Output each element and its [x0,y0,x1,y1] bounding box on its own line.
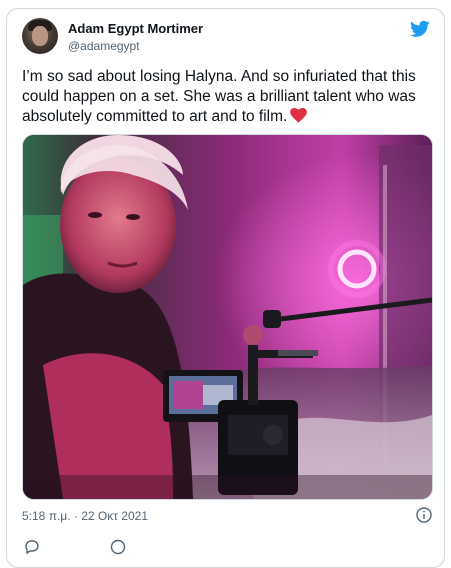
reply-icon[interactable] [24,539,40,555]
photo-on-set [23,135,432,499]
tweet-media-photo[interactable] [22,134,433,500]
twitter-bird-icon[interactable] [410,20,430,38]
tweet-timestamp[interactable]: 5:18 π.μ. · 22 Οκτ 2021 [22,509,148,523]
info-icon[interactable] [416,507,432,523]
share-icon[interactable] [110,539,126,555]
tweet-header: Adam Egypt Mortimer @adamegypt [22,18,432,58]
author-handle[interactable]: @adamegypt [68,39,140,53]
avatar[interactable] [22,18,58,54]
tweet-text-body: I’m so sad about losing Halyna. And so i… [22,68,416,125]
author-display-name[interactable]: Adam Egypt Mortimer [68,21,203,36]
red-heart-icon [290,108,308,123]
tweet-card[interactable]: Adam Egypt Mortimer @adamegypt I’m so sa… [6,8,445,568]
tweet-text: I’m so sad about losing Halyna. And so i… [22,67,430,127]
tweet-action-bar [22,537,430,557]
